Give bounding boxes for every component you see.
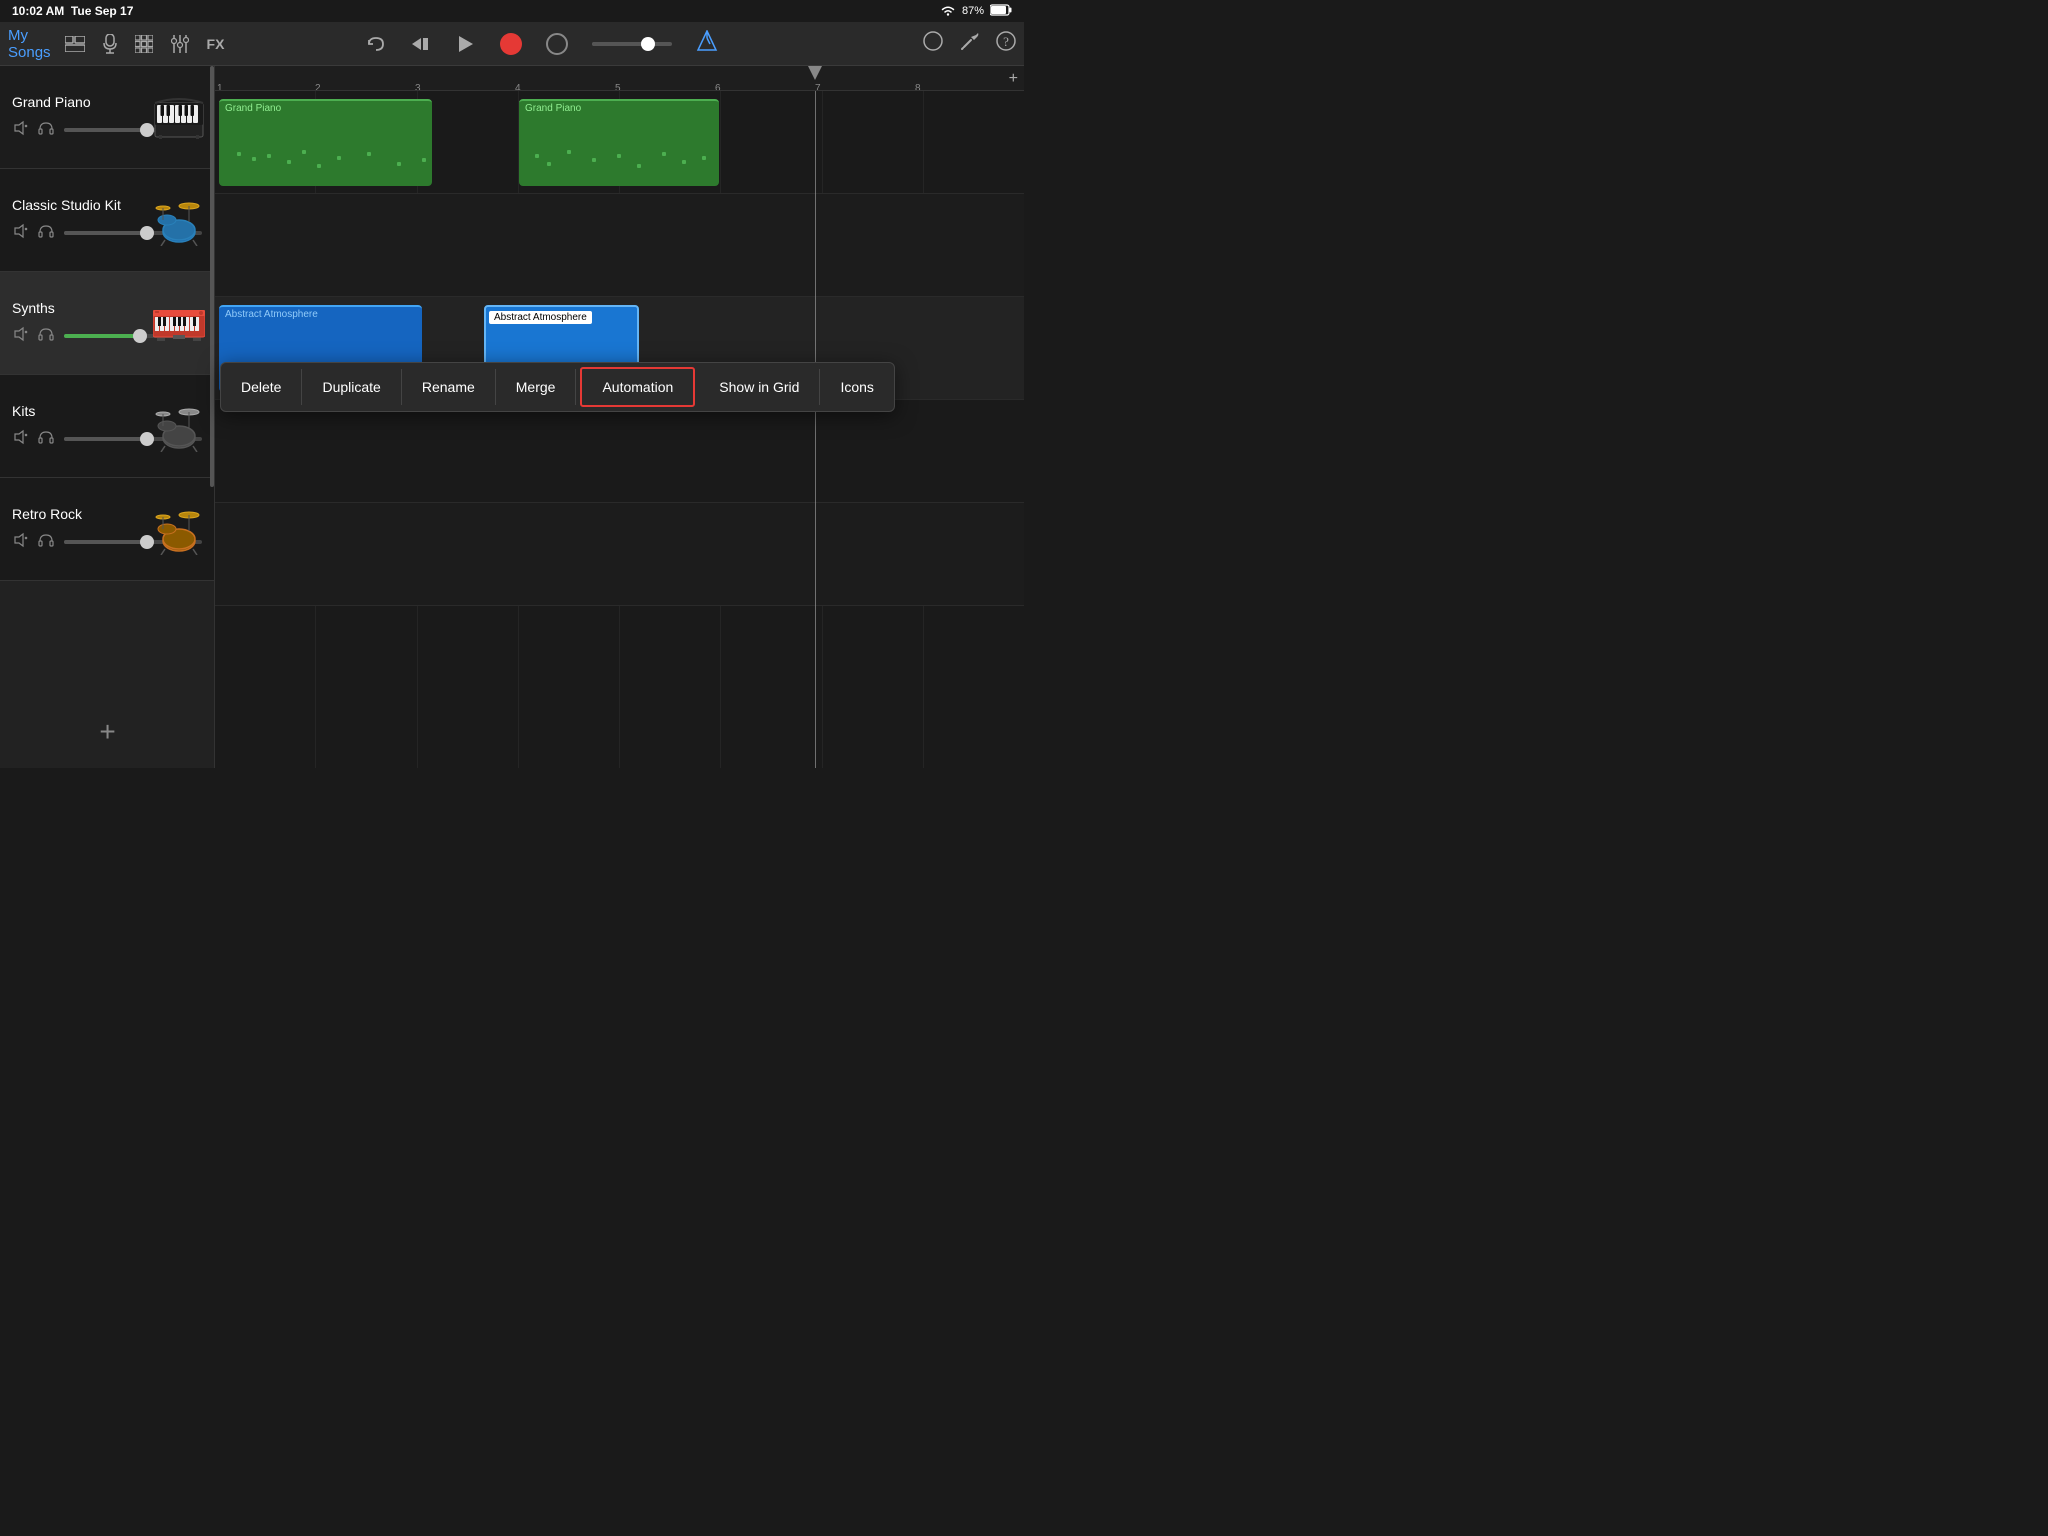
add-section-button[interactable]: + bbox=[1009, 70, 1018, 88]
track-lane-kits bbox=[215, 400, 1024, 503]
timeline-ruler[interactable]: 1 2 3 4 5 6 7 8 + bbox=[215, 66, 1024, 91]
region-notes bbox=[227, 141, 424, 176]
ruler-mark-6: 6 bbox=[715, 83, 721, 91]
ruler-mark-2: 2 bbox=[315, 83, 321, 91]
context-menu-delete[interactable]: Delete bbox=[221, 369, 302, 405]
help-icon[interactable]: ? bbox=[996, 31, 1016, 56]
mute-icon[interactable] bbox=[12, 326, 28, 347]
toolbar-center bbox=[218, 30, 866, 57]
context-menu-show-in-grid[interactable]: Show in Grid bbox=[699, 369, 820, 405]
ruler-mark-5: 5 bbox=[615, 83, 621, 91]
headphone-icon[interactable] bbox=[38, 532, 54, 553]
add-track-area: + bbox=[0, 716, 215, 748]
region-label: Grand Piano bbox=[219, 101, 432, 116]
status-bar: 10:02 AM Tue Sep 17 87% bbox=[0, 0, 1024, 22]
track-row[interactable]: Kits bbox=[0, 375, 214, 478]
instrument-image bbox=[151, 396, 206, 456]
context-menu-icons[interactable]: Icons bbox=[820, 369, 893, 405]
track-row[interactable]: Classic Studio Kit bbox=[0, 169, 214, 272]
status-time: 10:02 AM Tue Sep 17 bbox=[12, 4, 133, 18]
loop-icon[interactable] bbox=[922, 30, 944, 57]
sidebar: Grand Piano bbox=[0, 66, 215, 768]
sidebar-scrollbar[interactable] bbox=[210, 66, 214, 487]
region-label-selected: Abstract Atmosphere bbox=[489, 311, 592, 324]
count-in-button[interactable] bbox=[546, 33, 568, 55]
status-right: 87% bbox=[940, 4, 1012, 19]
undo-button[interactable] bbox=[366, 34, 386, 54]
battery-icon bbox=[990, 4, 1012, 19]
master-volume bbox=[592, 42, 672, 46]
mic-icon[interactable] bbox=[99, 32, 121, 56]
ruler-mark-1: 1 bbox=[217, 83, 223, 91]
context-menu: Delete Duplicate Rename Merge Automation… bbox=[220, 362, 895, 412]
region-block[interactable]: Grand Piano bbox=[519, 99, 719, 186]
track-lane-retro-rock bbox=[215, 503, 1024, 606]
rewind-button[interactable] bbox=[410, 34, 430, 54]
track-lane-grand-piano: Grand Piano Grand Piano bbox=[215, 91, 1024, 194]
headphone-icon[interactable] bbox=[38, 429, 54, 450]
ruler-mark-8: 8 bbox=[915, 83, 921, 91]
mute-icon[interactable] bbox=[12, 120, 28, 141]
headphone-icon[interactable] bbox=[38, 223, 54, 244]
track-lane-drums bbox=[215, 194, 1024, 297]
my-songs-button[interactable]: My Songs bbox=[8, 27, 51, 61]
settings-icon[interactable] bbox=[960, 31, 980, 56]
ruler-mark-3: 3 bbox=[415, 83, 421, 91]
play-button[interactable] bbox=[454, 33, 476, 55]
mute-icon[interactable] bbox=[12, 429, 28, 450]
region-label: Abstract Atmosphere bbox=[219, 307, 422, 322]
instrument-image bbox=[151, 499, 206, 559]
toolbar-left: My Songs bbox=[8, 27, 218, 61]
master-volume-slider[interactable] bbox=[592, 42, 672, 46]
mute-icon[interactable] bbox=[12, 532, 28, 553]
context-menu-automation[interactable]: Automation bbox=[580, 367, 695, 407]
context-menu-duplicate[interactable]: Duplicate bbox=[302, 369, 401, 405]
playhead-line bbox=[815, 91, 816, 768]
mixer-icon[interactable] bbox=[167, 33, 193, 55]
add-track-button[interactable]: + bbox=[99, 716, 115, 748]
context-menu-merge[interactable]: Merge bbox=[496, 369, 577, 405]
headphone-icon[interactable] bbox=[38, 326, 54, 347]
record-button[interactable] bbox=[500, 33, 522, 55]
instrument-image bbox=[151, 190, 206, 250]
grid-icon[interactable] bbox=[131, 33, 157, 55]
playhead[interactable] bbox=[815, 66, 822, 80]
metronome-icon[interactable] bbox=[696, 30, 718, 57]
context-menu-rename[interactable]: Rename bbox=[402, 369, 496, 405]
ruler-mark-7: 7 bbox=[815, 83, 821, 91]
ruler-mark-4: 4 bbox=[515, 83, 521, 91]
main-area: 1 2 3 4 5 6 7 8 + bbox=[215, 66, 1024, 768]
wifi-icon bbox=[940, 4, 956, 19]
top-toolbar: My Songs bbox=[0, 22, 1024, 66]
headphone-icon[interactable] bbox=[38, 120, 54, 141]
track-row[interactable]: Grand Piano bbox=[0, 66, 214, 169]
mute-icon[interactable] bbox=[12, 223, 28, 244]
tracks-content: Grand Piano Grand Piano bbox=[215, 91, 1024, 768]
track-row[interactable]: Synths bbox=[0, 272, 214, 375]
svg-text:?: ? bbox=[1003, 34, 1009, 49]
battery-percent: 87% bbox=[962, 5, 984, 17]
region-notes bbox=[527, 141, 711, 176]
instrument-image bbox=[151, 293, 206, 353]
toolbar-right: ? bbox=[866, 30, 1016, 57]
region-block[interactable]: Grand Piano bbox=[219, 99, 432, 186]
region-label: Grand Piano bbox=[519, 101, 719, 116]
instrument-image bbox=[151, 87, 206, 147]
track-row[interactable]: Retro Rock bbox=[0, 478, 214, 581]
layout-icon[interactable] bbox=[61, 34, 89, 54]
